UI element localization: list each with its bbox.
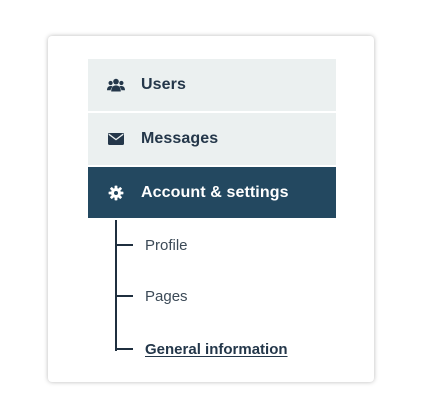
gear-icon — [107, 184, 125, 202]
submenu-item-label: General information — [145, 340, 288, 358]
submenu-item-label: Profile — [145, 236, 188, 254]
submenu-item-pages[interactable]: Pages — [115, 286, 188, 306]
sidebar-menu: Users Messages Account & settings Profil… — [88, 59, 336, 370]
submenu-item-label: Pages — [145, 287, 188, 305]
menu-item-label: Messages — [141, 130, 219, 147]
envelope-icon — [107, 130, 125, 148]
submenu-tree: Profile Pages General information — [88, 220, 336, 370]
tree-branch — [115, 348, 133, 350]
submenu-item-profile[interactable]: Profile — [115, 235, 188, 255]
menu-item-account-settings[interactable]: Account & settings — [88, 167, 336, 218]
users-icon — [107, 76, 125, 94]
menu-item-label: Users — [141, 76, 186, 93]
submenu-item-general-information[interactable]: General information — [115, 339, 288, 359]
menu-item-users[interactable]: Users — [88, 59, 336, 111]
tree-branch — [115, 295, 133, 297]
navigation-card: Users Messages Account & settings Profil… — [48, 36, 374, 382]
menu-item-label: Account & settings — [141, 183, 289, 201]
tree-branch — [115, 244, 133, 246]
menu-item-messages[interactable]: Messages — [88, 113, 336, 165]
